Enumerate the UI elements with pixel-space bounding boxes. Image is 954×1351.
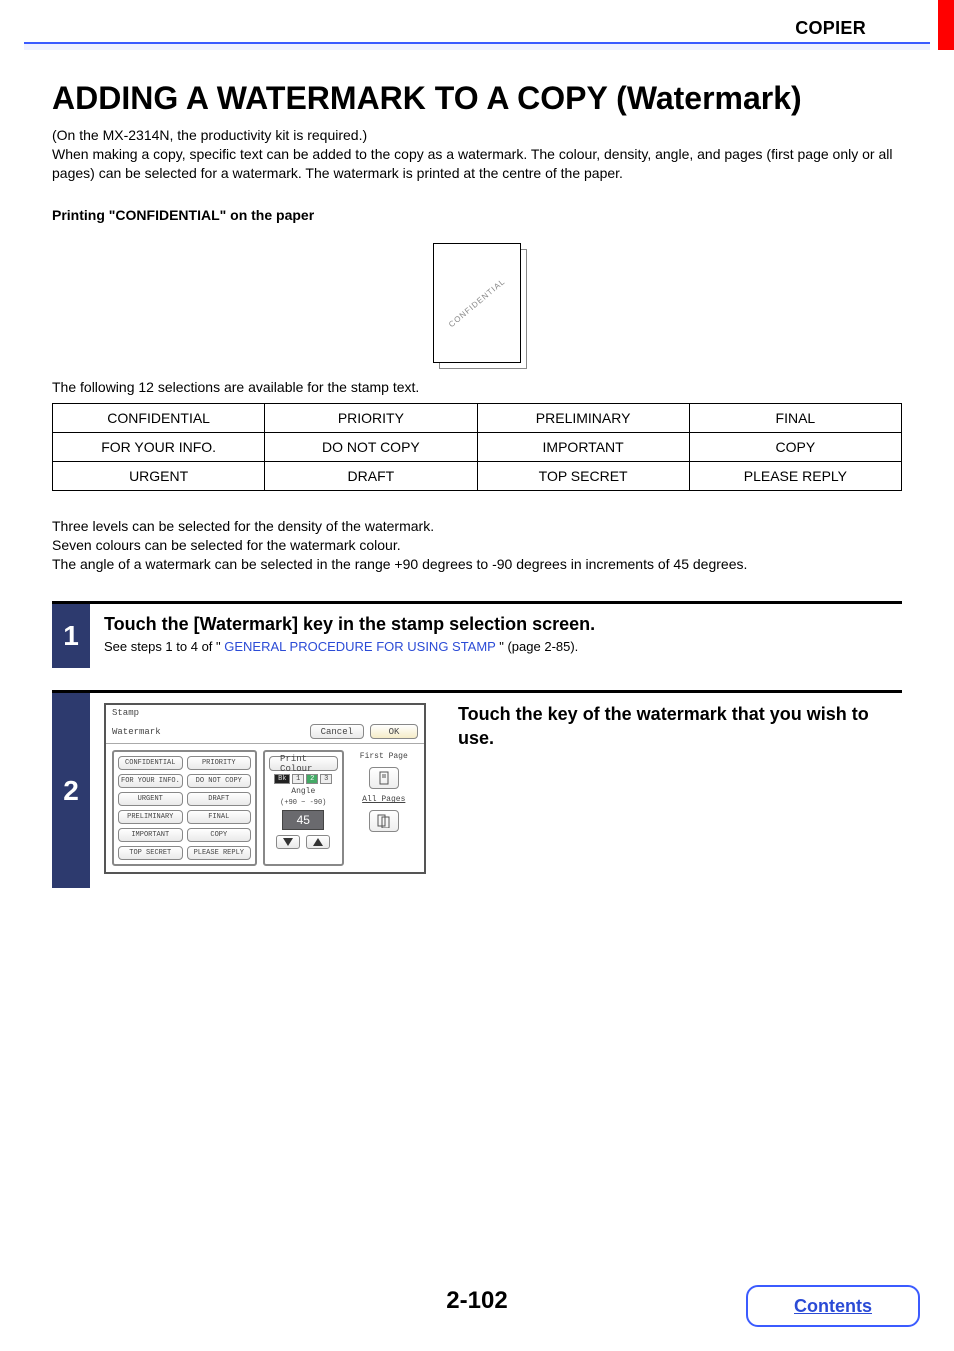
stamp-text-cell: DRAFT — [265, 461, 477, 490]
watermark-option[interactable]: URGENT — [118, 792, 183, 806]
stamp-text-cell: CONFIDENTIAL — [53, 403, 265, 432]
step-1: 1 Touch the [Watermark] key in the stamp… — [52, 601, 902, 668]
page-title: ADDING A WATERMARK TO A COPY (Watermark) — [52, 80, 902, 117]
cross-ref-link[interactable]: GENERAL PROCEDURE FOR USING STAMP — [224, 639, 495, 654]
step-see-prefix: See steps 1 to 4 of " — [104, 639, 221, 654]
angle-up-button[interactable] — [306, 835, 330, 849]
contents-button[interactable]: Contents — [746, 1285, 920, 1327]
watermark-option[interactable]: CONFIDENTIAL — [118, 756, 183, 770]
stamp-text-cell: FOR YOUR INFO. — [53, 432, 265, 461]
watermark-option[interactable]: PRIORITY — [187, 756, 252, 770]
watermark-option[interactable]: FINAL — [187, 810, 252, 824]
density-note: Three levels can be selected for the den… — [52, 517, 902, 536]
all-pages-label: All Pages — [362, 795, 405, 804]
watermark-option[interactable]: DRAFT — [187, 792, 252, 806]
panel-page-settings: First Page All Pages — [350, 750, 418, 866]
density-chip[interactable]: 3 — [320, 774, 332, 784]
touch-panel-screenshot: Stamp Watermark Cancel OK CONFIDENTIAL — [104, 703, 426, 874]
intro-note: (On the MX-2314N, the productivity kit i… — [52, 127, 902, 143]
chevron-down-icon — [283, 838, 293, 846]
colour-note: Seven colours can be selected for the wa… — [52, 536, 902, 555]
example-heading: Printing "CONFIDENTIAL" on the paper — [52, 207, 902, 223]
density-row: Bk 1 2 3 — [274, 774, 332, 784]
watermark-options-grid: CONFIDENTIAL PRIORITY FOR YOUR INFO. DO … — [112, 750, 257, 866]
stamp-text-cell: PRELIMINARY — [477, 403, 689, 432]
cancel-button[interactable]: Cancel — [310, 724, 364, 739]
print-colour-button[interactable]: Print Colour — [269, 756, 337, 771]
all-pages-button[interactable] — [369, 810, 399, 832]
step-see-text: See steps 1 to 4 of " GENERAL PROCEDURE … — [104, 639, 888, 654]
step-see-suffix: " (page 2-85). — [499, 639, 578, 654]
chevron-up-icon — [313, 838, 323, 846]
watermark-option[interactable]: IMPORTANT — [118, 828, 183, 842]
single-page-icon — [375, 771, 393, 785]
page-number: 2-102 — [446, 1287, 507, 1315]
stamp-text-cell: FINAL — [689, 403, 901, 432]
watermark-option[interactable]: DO NOT COPY — [187, 774, 252, 788]
watermark-option[interactable]: TOP SECRET — [118, 846, 183, 860]
first-page-button[interactable] — [369, 767, 399, 789]
density-bk-chip[interactable]: Bk — [274, 774, 290, 784]
angle-down-button[interactable] — [276, 835, 300, 849]
stamp-text-cell: TOP SECRET — [477, 461, 689, 490]
angle-label: Angle — [291, 787, 315, 796]
panel-subtitle: Watermark — [112, 727, 161, 737]
multi-page-icon — [375, 814, 393, 828]
watermark-option[interactable]: FOR YOUR INFO. — [118, 774, 183, 788]
first-page-label: First Page — [360, 752, 408, 761]
step-number: 1 — [52, 604, 90, 668]
stamp-text-cell: COPY — [689, 432, 901, 461]
step-number: 2 — [52, 693, 90, 888]
panel-middle-settings: Print Colour Bk 1 2 3 Angle (+90 ~ -90) — [263, 750, 343, 866]
ok-button[interactable]: OK — [370, 724, 418, 739]
header-rule — [24, 42, 930, 44]
watermark-option[interactable]: COPY — [187, 828, 252, 842]
angle-value: 45 — [282, 810, 324, 830]
stamp-text-cell: DO NOT COPY — [265, 432, 477, 461]
step-title: Touch the [Watermark] key in the stamp s… — [104, 614, 888, 635]
step-title: Touch the key of the watermark that you … — [458, 703, 888, 750]
density-chip[interactable]: 1 — [292, 774, 304, 784]
stamp-text-cell: PLEASE REPLY — [689, 461, 901, 490]
stamp-text-cell: PRIORITY — [265, 403, 477, 432]
watermark-option[interactable]: PRELIMINARY — [118, 810, 183, 824]
angle-range-label: (+90 ~ -90) — [280, 799, 326, 807]
stamp-text-table: CONFIDENTIAL PRIORITY PRELIMINARY FINAL … — [52, 403, 902, 491]
stamp-text-cell: URGENT — [53, 461, 265, 490]
density-chip-selected[interactable]: 2 — [306, 774, 318, 784]
watermark-illustration: CONFIDENTIAL — [433, 243, 521, 363]
selections-intro: The following 12 selections are availabl… — [52, 379, 902, 395]
panel-title: Stamp — [106, 705, 424, 721]
watermark-option[interactable]: PLEASE REPLY — [187, 846, 252, 860]
accent-strip — [938, 0, 954, 50]
step-2: 2 Stamp Watermark Cancel OK — [52, 690, 902, 888]
angle-note: The angle of a watermark can be selected… — [52, 555, 902, 574]
stamp-text-cell: IMPORTANT — [477, 432, 689, 461]
intro-paragraph: When making a copy, specific text can be… — [52, 145, 902, 183]
section-name: COPIER — [795, 18, 866, 39]
